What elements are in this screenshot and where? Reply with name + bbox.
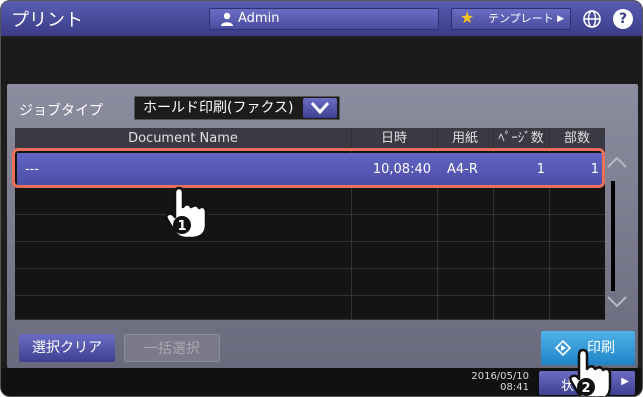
template-label: テンプレート: [488, 12, 554, 25]
clear-selection-button[interactable]: 選択クリア: [19, 334, 115, 362]
user-button[interactable]: Admin: [209, 8, 439, 30]
scrollbar-track[interactable]: [611, 181, 615, 291]
callout-2: 2: [581, 381, 590, 396]
select-all-button[interactable]: 一括選択: [124, 334, 220, 362]
table-header: Document Name 日時 用紙 ﾍﾟｰｼﾞ数 部数: [15, 128, 605, 150]
time-text: 08:41: [500, 382, 529, 393]
col-copies: 部数: [563, 131, 590, 146]
col-document-name: Document Name: [128, 131, 238, 146]
user-icon: [221, 12, 233, 26]
selection-highlight: [12, 148, 605, 188]
chevron-down-icon[interactable]: [303, 98, 337, 118]
triangle-right-icon: ▶: [621, 376, 629, 387]
star-icon: ★: [460, 8, 475, 27]
title-bar: プリント Admin ★ テンプレート ▶ ?: [1, 1, 642, 37]
globe-icon: [583, 10, 601, 28]
template-button[interactable]: ★ テンプレート ▶: [451, 8, 571, 30]
table-row[interactable]: [15, 242, 605, 269]
job-type-label: ジョブタイプ: [19, 103, 103, 119]
pointer-hand-icon: 2: [569, 348, 612, 396]
print-screen: プリント Admin ★ テンプレート ▶ ? ジョブタイプ ホールド印刷(ファ…: [0, 0, 643, 397]
table-row[interactable]: [15, 215, 605, 242]
triangle-right-icon: ▶: [557, 14, 564, 24]
col-datetime: 日時: [380, 131, 407, 146]
page-title: プリント: [11, 10, 83, 31]
datetime-display: 2016/05/10 08:41: [453, 371, 529, 393]
language-button[interactable]: [581, 8, 605, 30]
col-pages: ﾍﾟｰｼﾞ数: [498, 131, 544, 146]
pointer-hand-icon: 1: [165, 186, 208, 240]
col-paper: 用紙: [451, 131, 478, 146]
table-row[interactable]: [15, 269, 605, 296]
table-row[interactable]: [15, 293, 605, 320]
scroll-down-icon[interactable]: [605, 293, 629, 311]
callout-1: 1: [177, 219, 186, 234]
table-row[interactable]: [15, 188, 605, 215]
scroll-up-icon[interactable]: [605, 153, 629, 171]
job-type-value: ホールド印刷(ファクス): [143, 100, 294, 116]
sub-bar: [1, 38, 642, 84]
user-name: Admin: [238, 11, 280, 26]
job-type-select[interactable]: ホールド印刷(ファクス): [134, 96, 340, 120]
help-icon[interactable]: ?: [613, 9, 633, 29]
date-text: 2016/05/10: [471, 371, 529, 382]
